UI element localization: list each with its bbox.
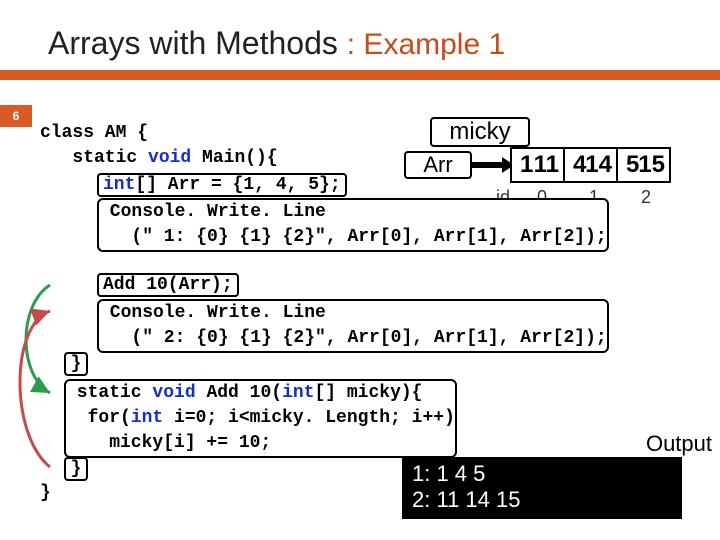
code-text: [] Arr = {1, 4, 5}; [135, 175, 340, 195]
index-value: 2 [620, 187, 672, 208]
code-box-add10-call: Add 10(Arr); [97, 273, 239, 297]
keyword-void: void [148, 148, 191, 168]
output-line: 1: 1 4 5 [412, 461, 672, 487]
code-text: (" 2: {0} {1} {2}", Arr[0], Arr[1], Arr[… [99, 328, 607, 348]
code-text: static [66, 383, 152, 403]
array-cells: 1 11 4 14 5 15 [512, 147, 671, 183]
code-text: for( [66, 408, 131, 428]
code-box-close-brace: } [64, 457, 88, 481]
title-example: : Example 1 [347, 28, 505, 61]
keyword-void: void [152, 383, 195, 403]
code-text: micky[i] += 10; [66, 433, 271, 453]
keyword-int: int [103, 175, 135, 195]
code-box-add10-def: static void Add 10(int[] micky){ for(int… [64, 379, 457, 458]
content-area: micky Arr 1 11 4 14 5 15 id 0 1 2 class … [0, 105, 720, 540]
code-box-int-arr-decl: int[] Arr = {1, 4, 5}; [97, 173, 347, 197]
array-cell: 4 14 [563, 147, 618, 183]
code-text: static [40, 148, 148, 168]
slide-title: Arrays with Methods : Example 1 [0, 0, 720, 70]
code-text: Add 10( [196, 383, 282, 403]
cell-new-value: 15 [638, 151, 665, 179]
output-label: Output [646, 431, 712, 457]
code-text: i=0; i<micky. Length; i++) [163, 408, 455, 428]
code-box-writeline-1: Console. Write. Line (" 1: {0} {1} {2}",… [97, 198, 609, 252]
code-line: } [40, 483, 51, 503]
keyword-int: int [131, 408, 163, 428]
micky-label: micky [430, 117, 530, 147]
code-line: static void Main(){ [40, 148, 278, 168]
cell-new-value: 11 [534, 151, 559, 179]
code-text: Console. Write. Line [99, 202, 326, 222]
code-text: Main(){ [191, 148, 277, 168]
code-box-close-brace: } [64, 352, 88, 376]
output-console: 1: 1 4 5 2: 11 14 15 [402, 457, 682, 519]
code-text: (" 1: {0} {1} {2}", Arr[0], Arr[1], Arr[… [99, 227, 607, 247]
title-main: Arrays with Methods [48, 25, 347, 61]
cell-new-value: 14 [585, 151, 612, 179]
keyword-int: int [282, 383, 314, 403]
array-cell: 1 11 [510, 147, 565, 183]
divider-bar [0, 70, 720, 80]
code-text: [] micky){ [314, 383, 422, 403]
output-line: 2: 11 14 15 [412, 487, 672, 513]
code-text: Console. Write. Line [99, 303, 326, 323]
arr-variable-label: Arr [404, 151, 472, 179]
code-box-writeline-2: Console. Write. Line (" 2: {0} {1} {2}",… [97, 299, 609, 353]
flow-arrows-icon [0, 105, 60, 525]
cell-old-value: 1 [520, 151, 533, 179]
code-line: class AM { [40, 123, 148, 143]
array-cell: 5 15 [616, 147, 671, 183]
arrow-icon [472, 162, 512, 168]
